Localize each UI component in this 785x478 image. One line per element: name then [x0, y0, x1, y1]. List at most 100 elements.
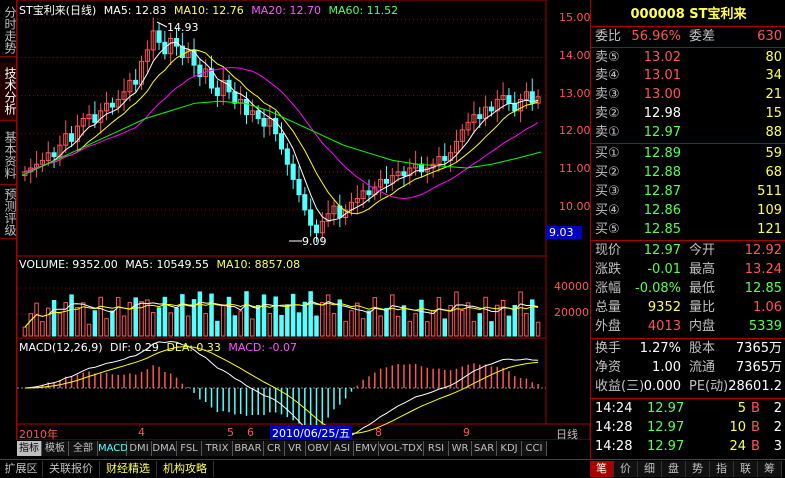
stat-label: 内盘	[689, 319, 716, 334]
price-pane-header: ST宝利来(日线) MA5: 12.83 MA10: 12.76 MA20: 1…	[19, 2, 398, 18]
candle-body	[366, 190, 372, 196]
volume-bar	[115, 297, 121, 337]
candle-body	[156, 30, 162, 43]
tick-time: 14:24	[595, 401, 633, 416]
tick-flag: B	[751, 439, 760, 454]
stat-value: 1.06	[753, 300, 782, 315]
candle-body	[296, 178, 302, 196]
sell-price: 13.00	[643, 87, 681, 102]
sell-row-4[interactable]: 卖④ 13.01 34	[591, 66, 785, 86]
sell-label: 卖①	[595, 125, 620, 140]
sell-volume: 15	[765, 106, 782, 121]
indicator-tab-brar[interactable]: BRAR	[233, 441, 264, 456]
fund-label: 流通	[689, 360, 716, 375]
indicator-tab-trix[interactable]: TRIX	[202, 441, 233, 456]
indicator-tab-模板[interactable]: 模板	[42, 441, 69, 456]
indicator-tab-kdj[interactable]: KDJ	[497, 441, 522, 456]
indicator-tab-asi[interactable]: ASI	[331, 441, 354, 456]
volume-pane-header: VOLUME: 9352.00 MA5: 10549.55 MA10: 8857…	[19, 258, 300, 271]
tab-basic-info[interactable]: 基本资料	[0, 126, 17, 185]
status-tab-finance[interactable]: 财经精选	[100, 461, 157, 477]
indicator-tab-全部[interactable]: 全部	[69, 441, 98, 456]
sell-row-3[interactable]: 卖③ 13.00 21	[591, 85, 785, 105]
buy-row-5[interactable]: 买⑤ 12.85 121	[591, 220, 785, 240]
quote-tab-4[interactable]: 势	[686, 461, 710, 477]
price-tick-11: 11.00	[559, 162, 590, 175]
buy-row-3[interactable]: 买③ 12.87 511	[591, 182, 785, 202]
candle-body	[92, 114, 98, 123]
status-tab-related[interactable]: 关联报价	[43, 461, 100, 477]
quote-tab-1[interactable]: 价	[614, 461, 638, 477]
candle-body	[506, 95, 512, 104]
quote-tab-3[interactable]: 盘	[662, 461, 686, 477]
quote-tab-7[interactable]: 筹	[758, 461, 782, 477]
tab-forecast-rating[interactable]: 预测评级	[0, 186, 17, 239]
quote-title: 000008 ST宝利来	[630, 7, 747, 22]
price-tick-10: 10.00	[559, 200, 590, 213]
tab-timeshare[interactable]: 分时走势	[0, 4, 17, 57]
status-tab-institution[interactable]: 机构攻略	[157, 461, 214, 477]
indicator-tab-obv[interactable]: OBV	[306, 441, 331, 456]
indicator-tab-cr[interactable]: CR	[264, 441, 285, 456]
candle-body	[243, 98, 250, 116]
volume-bar	[244, 291, 249, 337]
volume-bar	[483, 296, 488, 337]
sell-row-1[interactable]: 卖① 12.97 88	[591, 123, 785, 143]
indicator-tab-sar[interactable]: SAR	[472, 441, 497, 456]
volume-bar	[500, 300, 506, 337]
buy-label: 买④	[595, 203, 620, 218]
annotation-low: 9.09	[302, 235, 327, 248]
buy-price: 12.85	[643, 222, 681, 237]
volume-bar	[75, 307, 80, 337]
candle-body	[401, 171, 407, 177]
candle-body	[232, 91, 238, 104]
stat-label: 涨幅	[595, 281, 622, 296]
sell-row-5[interactable]: 卖⑤ 13.02 80	[591, 48, 785, 68]
tab-technical-analysis[interactable]: 技术分析	[0, 62, 17, 121]
indicator-tab-wr[interactable]: WR	[449, 441, 472, 456]
stat-label: 今开	[689, 243, 716, 258]
stat-value: 12.85	[744, 281, 782, 296]
volume-bar	[413, 313, 418, 337]
fund-row-turnover: 换手 1.27% 股本 7365万	[591, 339, 785, 359]
indicator-tab-vr[interactable]: VR	[285, 441, 306, 456]
buy-row-4[interactable]: 买④ 12.86 109	[591, 201, 785, 221]
quote-tab-6[interactable]: 联	[734, 461, 758, 477]
quote-tab-0[interactable]: 笔	[590, 461, 614, 477]
stat-value: 12.97	[643, 243, 681, 258]
indicator-tab-emv[interactable]: EMV	[354, 441, 379, 456]
buy-row-2[interactable]: 买② 12.88 68	[591, 163, 785, 183]
buy-volume: 68	[765, 165, 782, 180]
volume-bar	[506, 315, 512, 337]
indicator-tab-dma[interactable]: DMA	[152, 441, 177, 456]
indicator-tab-指标[interactable]: 指标	[17, 441, 42, 456]
indicator-tab-vol-tdx[interactable]: VOL-TDX	[379, 441, 424, 456]
buy-price: 12.86	[643, 203, 681, 218]
volume-bar	[86, 323, 92, 337]
volume-bar	[419, 299, 424, 337]
sell-label: 卖③	[595, 87, 620, 102]
kline-chart[interactable]: 15.00 14.00 13.00 12.00 11.00 10.00 9.03…	[17, 0, 590, 440]
indicator-tab-cci[interactable]: CCI	[522, 441, 547, 456]
indicator-tab-macd[interactable]: MACD	[98, 441, 128, 456]
indicator-tab-rsi[interactable]: RSI	[424, 441, 449, 456]
sell-row-2[interactable]: 卖② 12.98 15	[591, 104, 785, 124]
volume-bar	[425, 321, 430, 337]
buy-row-1[interactable]: 买① 12.89 59	[591, 144, 785, 164]
volume-bar	[22, 326, 28, 337]
volume-bar	[436, 297, 442, 337]
candle-body	[488, 106, 494, 112]
volume-bar	[215, 320, 220, 337]
macd-dea-label: DEA: 0.33	[166, 341, 221, 354]
volume-bar	[45, 307, 51, 337]
quote-tab-5[interactable]: 指	[710, 461, 734, 477]
indicator-tab-fsl[interactable]: FSL	[177, 441, 202, 456]
indicator-tab-dmi[interactable]: DMI	[127, 441, 152, 456]
quote-tab-2[interactable]: 细	[638, 461, 662, 477]
volume-bar	[232, 315, 238, 337]
buy-label: 买①	[595, 146, 620, 161]
volume-bar	[162, 296, 168, 337]
chart-area[interactable]: 15.00 14.00 13.00 12.00 11.00 10.00 9.03…	[17, 0, 590, 441]
status-tab-extend[interactable]: 扩展区	[0, 461, 43, 477]
quote-title-row: 000008 ST宝利来	[591, 5, 785, 25]
